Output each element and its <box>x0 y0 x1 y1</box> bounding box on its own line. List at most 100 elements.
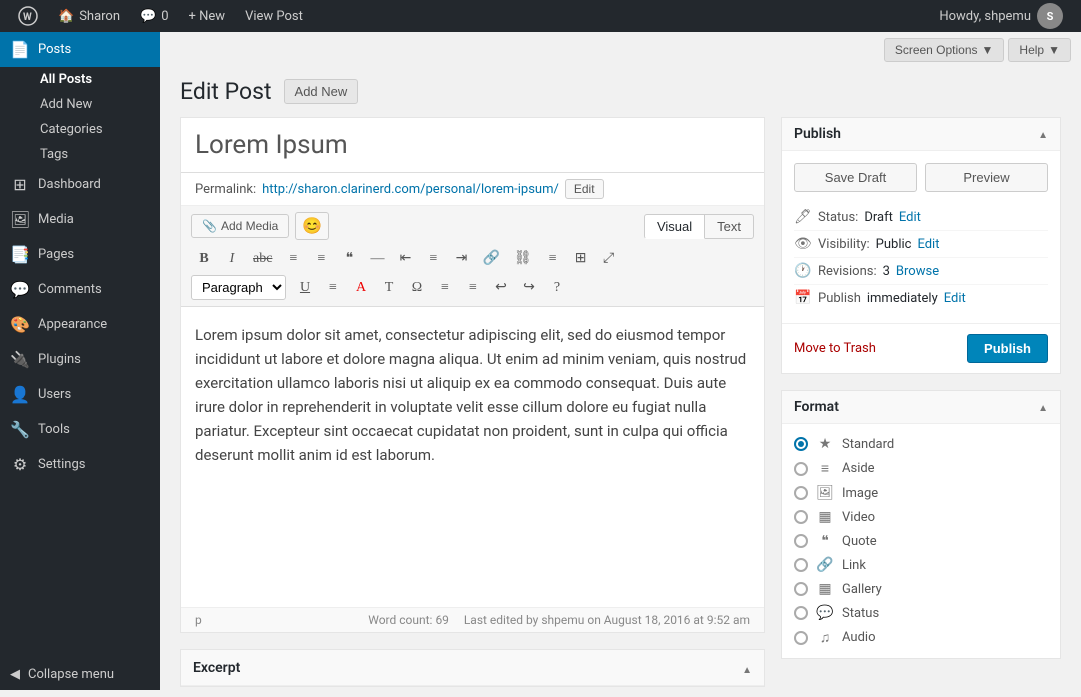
fullscreen-button[interactable]: ⤢ <box>596 247 622 271</box>
insert-more-button[interactable]: ≡ <box>540 247 566 271</box>
strikethrough-button[interactable]: abc <box>247 247 278 271</box>
tools-label: Tools <box>38 422 70 437</box>
format-item-standard[interactable]: ★Standard <box>794 432 1048 456</box>
save-draft-button[interactable]: Save Draft <box>794 163 917 192</box>
status-edit-link[interactable]: Edit <box>899 210 921 225</box>
redo-button[interactable]: ↪ <box>516 275 542 300</box>
italic-button[interactable]: I <box>219 247 245 271</box>
add-new-button[interactable]: Add New <box>284 79 359 104</box>
align-right-button[interactable]: ⇥ <box>448 246 474 271</box>
sidebar-item-pages[interactable]: 📑 Pages <box>0 237 160 272</box>
view-post-item[interactable]: View Post <box>235 0 313 32</box>
preview-button[interactable]: Preview <box>925 163 1048 192</box>
sidebar-item-settings[interactable]: ⚙ Settings <box>0 447 160 482</box>
format-item-audio[interactable]: ♫Audio <box>794 625 1048 650</box>
ul-button[interactable]: ≡ <box>280 247 306 271</box>
site-name-item[interactable]: 🏠 Sharon <box>48 0 130 32</box>
underline-button[interactable]: U <box>292 276 318 300</box>
format-item-quote[interactable]: ❝Quote <box>794 529 1048 553</box>
sidebar-item-users[interactable]: 👤 Users <box>0 377 160 412</box>
sidebar-item-categories[interactable]: Categories <box>10 117 160 142</box>
permalink-edit-button[interactable]: Edit <box>565 179 604 199</box>
special-chars-button[interactable]: Ω <box>404 276 430 300</box>
format-label-video: Video <box>842 510 875 525</box>
format-item-link[interactable]: 🔗Link <box>794 553 1048 577</box>
bold-button[interactable]: B <box>191 247 217 271</box>
unlink-button[interactable]: ⛓ <box>508 246 538 271</box>
sidebar-item-tools[interactable]: 🔧 Tools <box>0 412 160 447</box>
help-button[interactable]: Help ▼ <box>1008 38 1071 62</box>
screen-options-button[interactable]: Screen Options ▼ <box>884 38 1005 62</box>
sidebar-item-posts[interactable]: 📄 Posts <box>0 32 160 67</box>
toolbar-toggle-button[interactable]: ⊞ <box>568 246 594 271</box>
sidebar-item-dashboard[interactable]: ⊞ Dashboard <box>0 167 160 202</box>
paragraph-select[interactable]: Paragraph Heading 1 Heading 2 Heading 3 <box>191 275 286 300</box>
visibility-edit-link[interactable]: Edit <box>917 237 939 252</box>
sidebar-item-plugins[interactable]: 🔌 Plugins <box>0 342 160 377</box>
tab-text[interactable]: Text <box>705 214 754 239</box>
excerpt-metabox-header[interactable]: Excerpt <box>181 650 764 686</box>
comments-item[interactable]: 💬 0 <box>130 0 179 32</box>
revisions-browse-link[interactable]: Browse <box>896 264 939 279</box>
format-radio-status <box>794 606 808 620</box>
hr-button[interactable]: — <box>364 247 390 271</box>
site-name: Sharon <box>79 9 120 24</box>
pages-label: Pages <box>38 247 74 262</box>
align-center-button[interactable]: ≡ <box>420 247 446 271</box>
wp-logo-item[interactable]: W <box>8 0 48 32</box>
word-count-value: 69 <box>435 613 449 627</box>
sidebar-item-all-posts[interactable]: All Posts <box>10 67 160 92</box>
screen-options-label: Screen Options <box>895 43 978 57</box>
post-title-input[interactable] <box>181 118 764 173</box>
excerpt-title: Excerpt <box>193 660 240 676</box>
sidebar-item-appearance[interactable]: 🎨 Appearance <box>0 307 160 342</box>
toolbar-row-2: Paragraph Heading 1 Heading 2 Heading 3 … <box>191 275 754 300</box>
move-to-trash-link[interactable]: Move to Trash <box>794 341 876 356</box>
format-item-aside[interactable]: ≡Aside <box>794 456 1048 481</box>
format-item-status[interactable]: 💬Status <box>794 601 1048 625</box>
permalink-link[interactable]: http://sharon.clarinerd.com/personal/lor… <box>262 182 559 197</box>
editor-content[interactable]: Lorem ipsum dolor sit amet, consectetur … <box>181 307 764 607</box>
indent-button[interactable]: ≡ <box>432 276 458 300</box>
publish-button[interactable]: Publish <box>967 334 1048 363</box>
link-button[interactable]: 🔗 <box>476 246 505 271</box>
new-content-item[interactable]: + New <box>179 0 236 32</box>
ol-button[interactable]: ≡ <box>308 247 334 271</box>
sidebar-item-add-new[interactable]: Add New <box>10 92 160 117</box>
status-value: Draft <box>864 210 893 225</box>
settings-label: Settings <box>38 457 85 472</box>
align-left-button[interactable]: ⇤ <box>392 246 418 271</box>
help-toolbar-button[interactable]: ? <box>544 276 570 300</box>
add-media-button[interactable]: 📎 Add Media <box>191 214 289 238</box>
howdy-item[interactable]: Howdy, shpemu S <box>929 0 1073 32</box>
sidebar-item-media[interactable]: 🖼 Media <box>0 202 160 237</box>
format-label-image: Image <box>842 486 878 501</box>
format-item-image[interactable]: 🖼 Image <box>794 481 1048 505</box>
undo-button[interactable]: ↩ <box>488 275 514 300</box>
blockquote-button[interactable]: ❝ <box>336 246 362 271</box>
sidebar-item-tags[interactable]: Tags <box>10 142 160 167</box>
format-item-video[interactable]: ▦Video <box>794 505 1048 529</box>
emoji-button[interactable]: 😊 <box>295 212 329 240</box>
format-box-header[interactable]: Format <box>782 391 1060 424</box>
excerpt-toggle-icon <box>742 658 752 677</box>
sidebar-item-comments[interactable]: 💬 Comments <box>0 272 160 307</box>
format-item-gallery[interactable]: ▦Gallery <box>794 577 1048 601</box>
outdent-button[interactable]: ≡ <box>460 276 486 300</box>
format-icon-image: 🖼 <box>816 485 834 501</box>
justify-button[interactable]: ≡ <box>320 276 346 300</box>
paste-text-button[interactable]: T <box>376 276 402 300</box>
collapse-menu-item[interactable]: ◀ Collapse menu <box>0 659 160 690</box>
pages-icon: 📑 <box>10 245 30 264</box>
revisions-icon: 🕐 <box>794 263 812 279</box>
format-label-audio: Audio <box>842 630 875 645</box>
media-icon: 🖼 <box>10 210 30 229</box>
publish-box-header[interactable]: Publish <box>782 118 1060 151</box>
add-media-icon: 📎 <box>202 219 217 233</box>
permalink-label: Permalink: <box>195 182 256 197</box>
publish-time-edit-link[interactable]: Edit <box>944 291 966 306</box>
tab-visual[interactable]: Visual <box>644 214 705 239</box>
text-color-button[interactable]: A <box>348 276 374 300</box>
publish-time-value: immediately <box>867 291 938 306</box>
new-label: + New <box>189 9 226 24</box>
